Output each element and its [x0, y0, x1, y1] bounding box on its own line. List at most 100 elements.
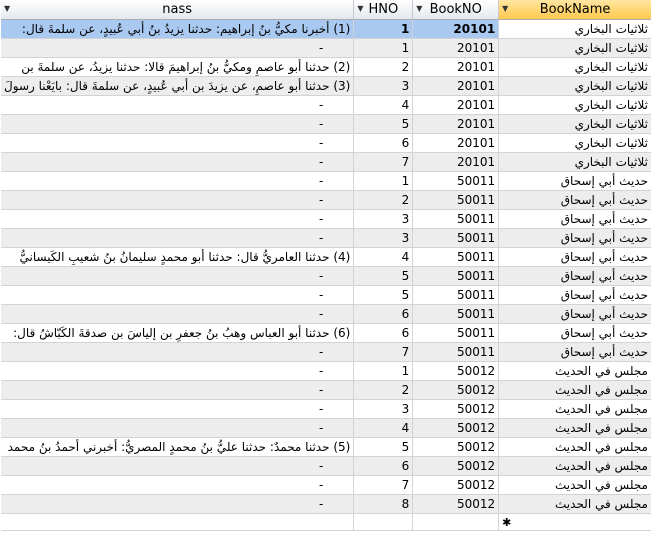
table-row[interactable]: حديث أبي إسحاق 50011 3 - [1, 209, 651, 229]
cell-hno[interactable]: 8 [353, 494, 414, 514]
table-row[interactable]: ثلاثيات البخاري 20101 7 - [1, 152, 651, 172]
cell-bookname[interactable]: حديث أبي إسحاق [498, 209, 651, 229]
cell-hno[interactable]: 5 [353, 437, 414, 457]
cell-hno[interactable]: 6 [353, 456, 414, 476]
table-row[interactable]: مجلس في الحديث 50012 1 - [1, 361, 651, 381]
cell-bookno[interactable]: 50011 [412, 228, 500, 248]
cell-bookname[interactable]: حديث أبي إسحاق [498, 342, 651, 362]
cell-bookname[interactable]: ثلاثيات البخاري [498, 114, 651, 134]
cell-bookno[interactable]: 50011 [412, 323, 500, 343]
cell-hno[interactable]: 6 [353, 323, 414, 343]
cell-bookno[interactable]: 20101 [412, 95, 500, 115]
cell-bookname[interactable]: حديث أبي إسحاق [498, 171, 651, 191]
table-row[interactable]: حديث أبي إسحاق 50011 5 - [1, 285, 651, 305]
table-row[interactable]: ثلاثيات البخاري 20101 1 (1) أخبرنا مكيُّ بن… [1, 19, 651, 39]
table-row[interactable]: حديث أبي إسحاق 50011 1 - [1, 171, 651, 191]
cell-nass[interactable]: - [1, 38, 355, 58]
cell-bookname[interactable]: ثلاثيات البخاري [498, 19, 651, 39]
cell-bookname[interactable]: مجلس في الحديث [498, 399, 651, 419]
new-record-cell[interactable] [353, 513, 414, 531]
cell-nass[interactable]: - [1, 152, 355, 172]
cell-hno[interactable]: 1 [353, 361, 414, 381]
cell-nass[interactable]: (1) أخبرنا مكيُّ بنُ إبراهيم: حدثنا يزيد… [1, 19, 355, 39]
cell-hno[interactable]: 5 [353, 285, 414, 305]
table-row[interactable]: حديث أبي إسحاق 50011 3 - [1, 228, 651, 248]
cell-hno[interactable]: 7 [353, 342, 414, 362]
cell-hno[interactable]: 4 [353, 247, 414, 267]
cell-bookno[interactable]: 50011 [412, 304, 500, 324]
cell-hno[interactable]: 7 [353, 475, 414, 495]
column-header-bookno[interactable]: BookNO ▼ [412, 0, 500, 20]
cell-bookno[interactable]: 50012 [412, 418, 500, 438]
cell-bookname[interactable]: ثلاثيات البخاري [498, 95, 651, 115]
cell-bookname[interactable]: مجلس في الحديث [498, 475, 651, 495]
filter-dropdown-icon[interactable]: ▼ [357, 4, 363, 13]
cell-nass[interactable]: - [1, 380, 355, 400]
cell-bookno[interactable]: 20101 [412, 76, 500, 96]
cell-bookno[interactable]: 50011 [412, 247, 500, 267]
cell-hno[interactable]: 7 [353, 152, 414, 172]
cell-bookname[interactable]: مجلس في الحديث [498, 437, 651, 457]
cell-nass[interactable]: (2) حدثنا أبو عاصمٍ ومكيُّ بنُ إبراهيمَ … [1, 57, 355, 77]
cell-hno[interactable]: 3 [353, 76, 414, 96]
cell-hno[interactable]: 2 [353, 190, 414, 210]
cell-hno[interactable]: 1 [353, 171, 414, 191]
column-header-hno[interactable]: HNO ▼ [353, 0, 414, 20]
cell-bookname[interactable]: مجلس في الحديث [498, 456, 651, 476]
cell-bookname[interactable]: مجلس في الحديث [498, 380, 651, 400]
cell-bookno[interactable]: 50012 [412, 456, 500, 476]
cell-bookno[interactable]: 20101 [412, 133, 500, 153]
cell-hno[interactable]: 5 [353, 266, 414, 286]
cell-nass[interactable]: (5) حدثنا محمدٌ: حدثنا عليُّ بنُ محمدٍ ا… [1, 437, 355, 457]
table-row[interactable]: حديث أبي إسحاق 50011 4 (4) حدثنا العامريُّ … [1, 247, 651, 267]
cell-hno[interactable]: 6 [353, 304, 414, 324]
filter-dropdown-icon[interactable]: ▼ [4, 4, 10, 13]
table-row[interactable]: مجلس في الحديث 50012 7 - [1, 475, 651, 495]
cell-bookname[interactable]: مجلس في الحديث [498, 418, 651, 438]
cell-nass[interactable]: - [1, 361, 355, 381]
cell-nass[interactable]: (6) حدثنا أبو العباس وهبُ بنُ جعفرِ بن إ… [1, 323, 355, 343]
table-row[interactable]: حديث أبي إسحاق 50011 7 - [1, 342, 651, 362]
cell-bookname[interactable]: حديث أبي إسحاق [498, 266, 651, 286]
cell-hno[interactable]: 2 [353, 380, 414, 400]
cell-bookname[interactable]: حديث أبي إسحاق [498, 304, 651, 324]
cell-bookname[interactable]: حديث أبي إسحاق [498, 190, 651, 210]
filter-dropdown-icon[interactable]: ▼ [416, 4, 422, 13]
cell-bookno[interactable]: 50012 [412, 437, 500, 457]
cell-nass[interactable]: - [1, 190, 355, 210]
cell-nass[interactable]: - [1, 95, 355, 115]
table-row[interactable]: ثلاثيات البخاري 20101 2 (2) حدثنا أبو عاصمٍ… [1, 57, 651, 77]
table-row[interactable]: مجلس في الحديث 50012 2 - [1, 380, 651, 400]
cell-bookno[interactable]: 50012 [412, 399, 500, 419]
cell-hno[interactable]: 4 [353, 418, 414, 438]
cell-nass[interactable]: - [1, 399, 355, 419]
cell-bookno[interactable]: 20101 [412, 38, 500, 58]
cell-bookno[interactable]: 50011 [412, 209, 500, 229]
table-row[interactable]: مجلس في الحديث 50012 5 (5) حدثنا محمدٌ: حدث… [1, 437, 651, 457]
cell-bookno[interactable]: 50012 [412, 494, 500, 514]
table-row[interactable]: حديث أبي إسحاق 50011 6 (6) حدثنا أبو العباس… [1, 323, 651, 343]
cell-bookno[interactable]: 50011 [412, 266, 500, 286]
cell-bookno[interactable]: 20101 [412, 19, 500, 39]
cell-nass[interactable]: - [1, 266, 355, 286]
table-row[interactable]: ثلاثيات البخاري 20101 6 - [1, 133, 651, 153]
cell-nass[interactable]: - [1, 114, 355, 134]
cell-hno[interactable]: 6 [353, 133, 414, 153]
table-row[interactable]: مجلس في الحديث 50012 3 - [1, 399, 651, 419]
cell-bookno[interactable]: 50011 [412, 342, 500, 362]
table-row[interactable]: ثلاثيات البخاري 20101 4 - [1, 95, 651, 115]
cell-hno[interactable]: 3 [353, 399, 414, 419]
cell-hno[interactable]: 2 [353, 57, 414, 77]
cell-bookno[interactable]: 50012 [412, 361, 500, 381]
cell-nass[interactable]: - [1, 209, 355, 229]
cell-nass[interactable]: (4) حدثنا العامريُّ قال: حدثنا أبو محمدٍ… [1, 247, 355, 267]
cell-bookname[interactable]: ثلاثيات البخاري [498, 76, 651, 96]
cell-bookname[interactable]: حديث أبي إسحاق [498, 323, 651, 343]
cell-bookno[interactable]: 20101 [412, 152, 500, 172]
cell-hno[interactable]: 3 [353, 209, 414, 229]
cell-nass[interactable]: - [1, 342, 355, 362]
table-row[interactable]: حديث أبي إسحاق 50011 6 - [1, 304, 651, 324]
new-record-row[interactable]: ✱ [1, 513, 651, 531]
cell-nass[interactable]: - [1, 475, 355, 495]
new-record-cell[interactable] [412, 513, 500, 531]
